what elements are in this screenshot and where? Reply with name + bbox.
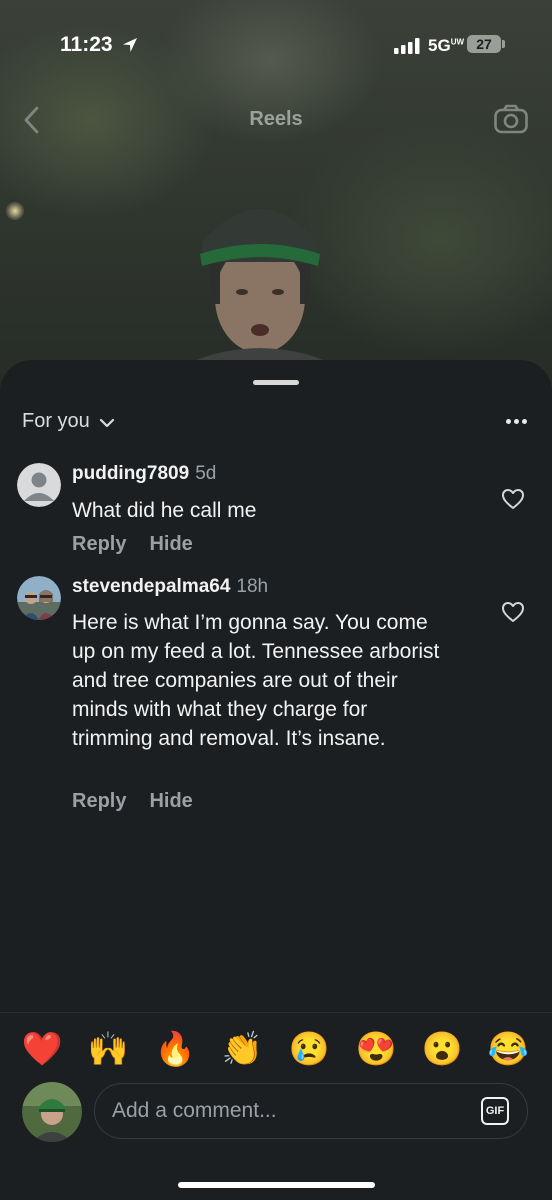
default-avatar-icon[interactable] bbox=[17, 463, 61, 507]
battery-tip bbox=[502, 40, 505, 48]
sheet-grabber[interactable] bbox=[253, 380, 299, 385]
status-time: 11:23 bbox=[60, 33, 113, 56]
raising-hands-emoji[interactable]: 🙌 bbox=[87, 1029, 128, 1069]
heart-icon[interactable] bbox=[501, 601, 525, 623]
comment-age: 18h bbox=[236, 576, 269, 597]
comment-actions: Reply Hide bbox=[72, 790, 193, 813]
hide-button[interactable]: Hide bbox=[149, 790, 192, 813]
tears-of-joy-emoji[interactable]: 😂 bbox=[487, 1029, 528, 1069]
comment-username[interactable]: pudding7809 bbox=[72, 463, 189, 484]
surprised-face-emoji[interactable]: 😮 bbox=[421, 1029, 462, 1069]
home-indicator bbox=[178, 1182, 375, 1188]
hide-button[interactable]: Hide bbox=[149, 533, 192, 556]
comment-text: What did he call me bbox=[72, 499, 257, 522]
battery-indicator: 27 bbox=[467, 35, 501, 53]
heart-eyes-emoji[interactable]: 😍 bbox=[355, 1029, 396, 1069]
comment-username[interactable]: stevendepalma64 bbox=[72, 576, 230, 597]
emoji-quick-bar: ❤️ 🙌 🔥 👏 😢 😍 😮 😂 bbox=[0, 1012, 552, 1083]
gif-button[interactable]: GIF bbox=[481, 1097, 509, 1125]
reply-button[interactable]: Reply bbox=[72, 533, 126, 556]
heart-icon[interactable] bbox=[501, 488, 525, 510]
location-arrow-icon bbox=[123, 38, 137, 52]
signal-bars-icon bbox=[394, 38, 420, 54]
status-bar: 11:23 5GUW 27 bbox=[0, 0, 552, 90]
comment-text: Here is what I’m gonna say. You come up … bbox=[72, 611, 440, 750]
user-photo-avatar[interactable] bbox=[17, 576, 61, 620]
page-title: Reels bbox=[249, 108, 303, 130]
comment-header: pudding7809 5d bbox=[72, 463, 216, 485]
filter-label: For you bbox=[22, 410, 90, 432]
network-type: 5GUW bbox=[428, 36, 465, 55]
top-nav: Reels bbox=[0, 95, 552, 145]
comment-header: stevendepalma64 18h bbox=[72, 576, 268, 598]
comment-input[interactable] bbox=[94, 1083, 528, 1139]
fire-emoji[interactable]: 🔥 bbox=[154, 1029, 195, 1069]
light-glow bbox=[6, 202, 24, 220]
crying-face-emoji[interactable]: 😢 bbox=[288, 1029, 329, 1069]
self-avatar[interactable] bbox=[22, 1082, 82, 1142]
comment-actions: Reply Hide bbox=[72, 533, 193, 556]
camera-icon[interactable] bbox=[493, 103, 529, 135]
chevron-down-icon bbox=[99, 418, 114, 427]
red-heart-emoji[interactable]: ❤️ bbox=[21, 1029, 62, 1069]
comment-age: 5d bbox=[195, 463, 217, 484]
more-dots-icon[interactable] bbox=[506, 419, 527, 424]
reply-button[interactable]: Reply bbox=[72, 790, 126, 813]
comments-filter-dropdown[interactable]: For you bbox=[22, 410, 115, 433]
clapping-hands-emoji[interactable]: 👏 bbox=[221, 1029, 262, 1069]
